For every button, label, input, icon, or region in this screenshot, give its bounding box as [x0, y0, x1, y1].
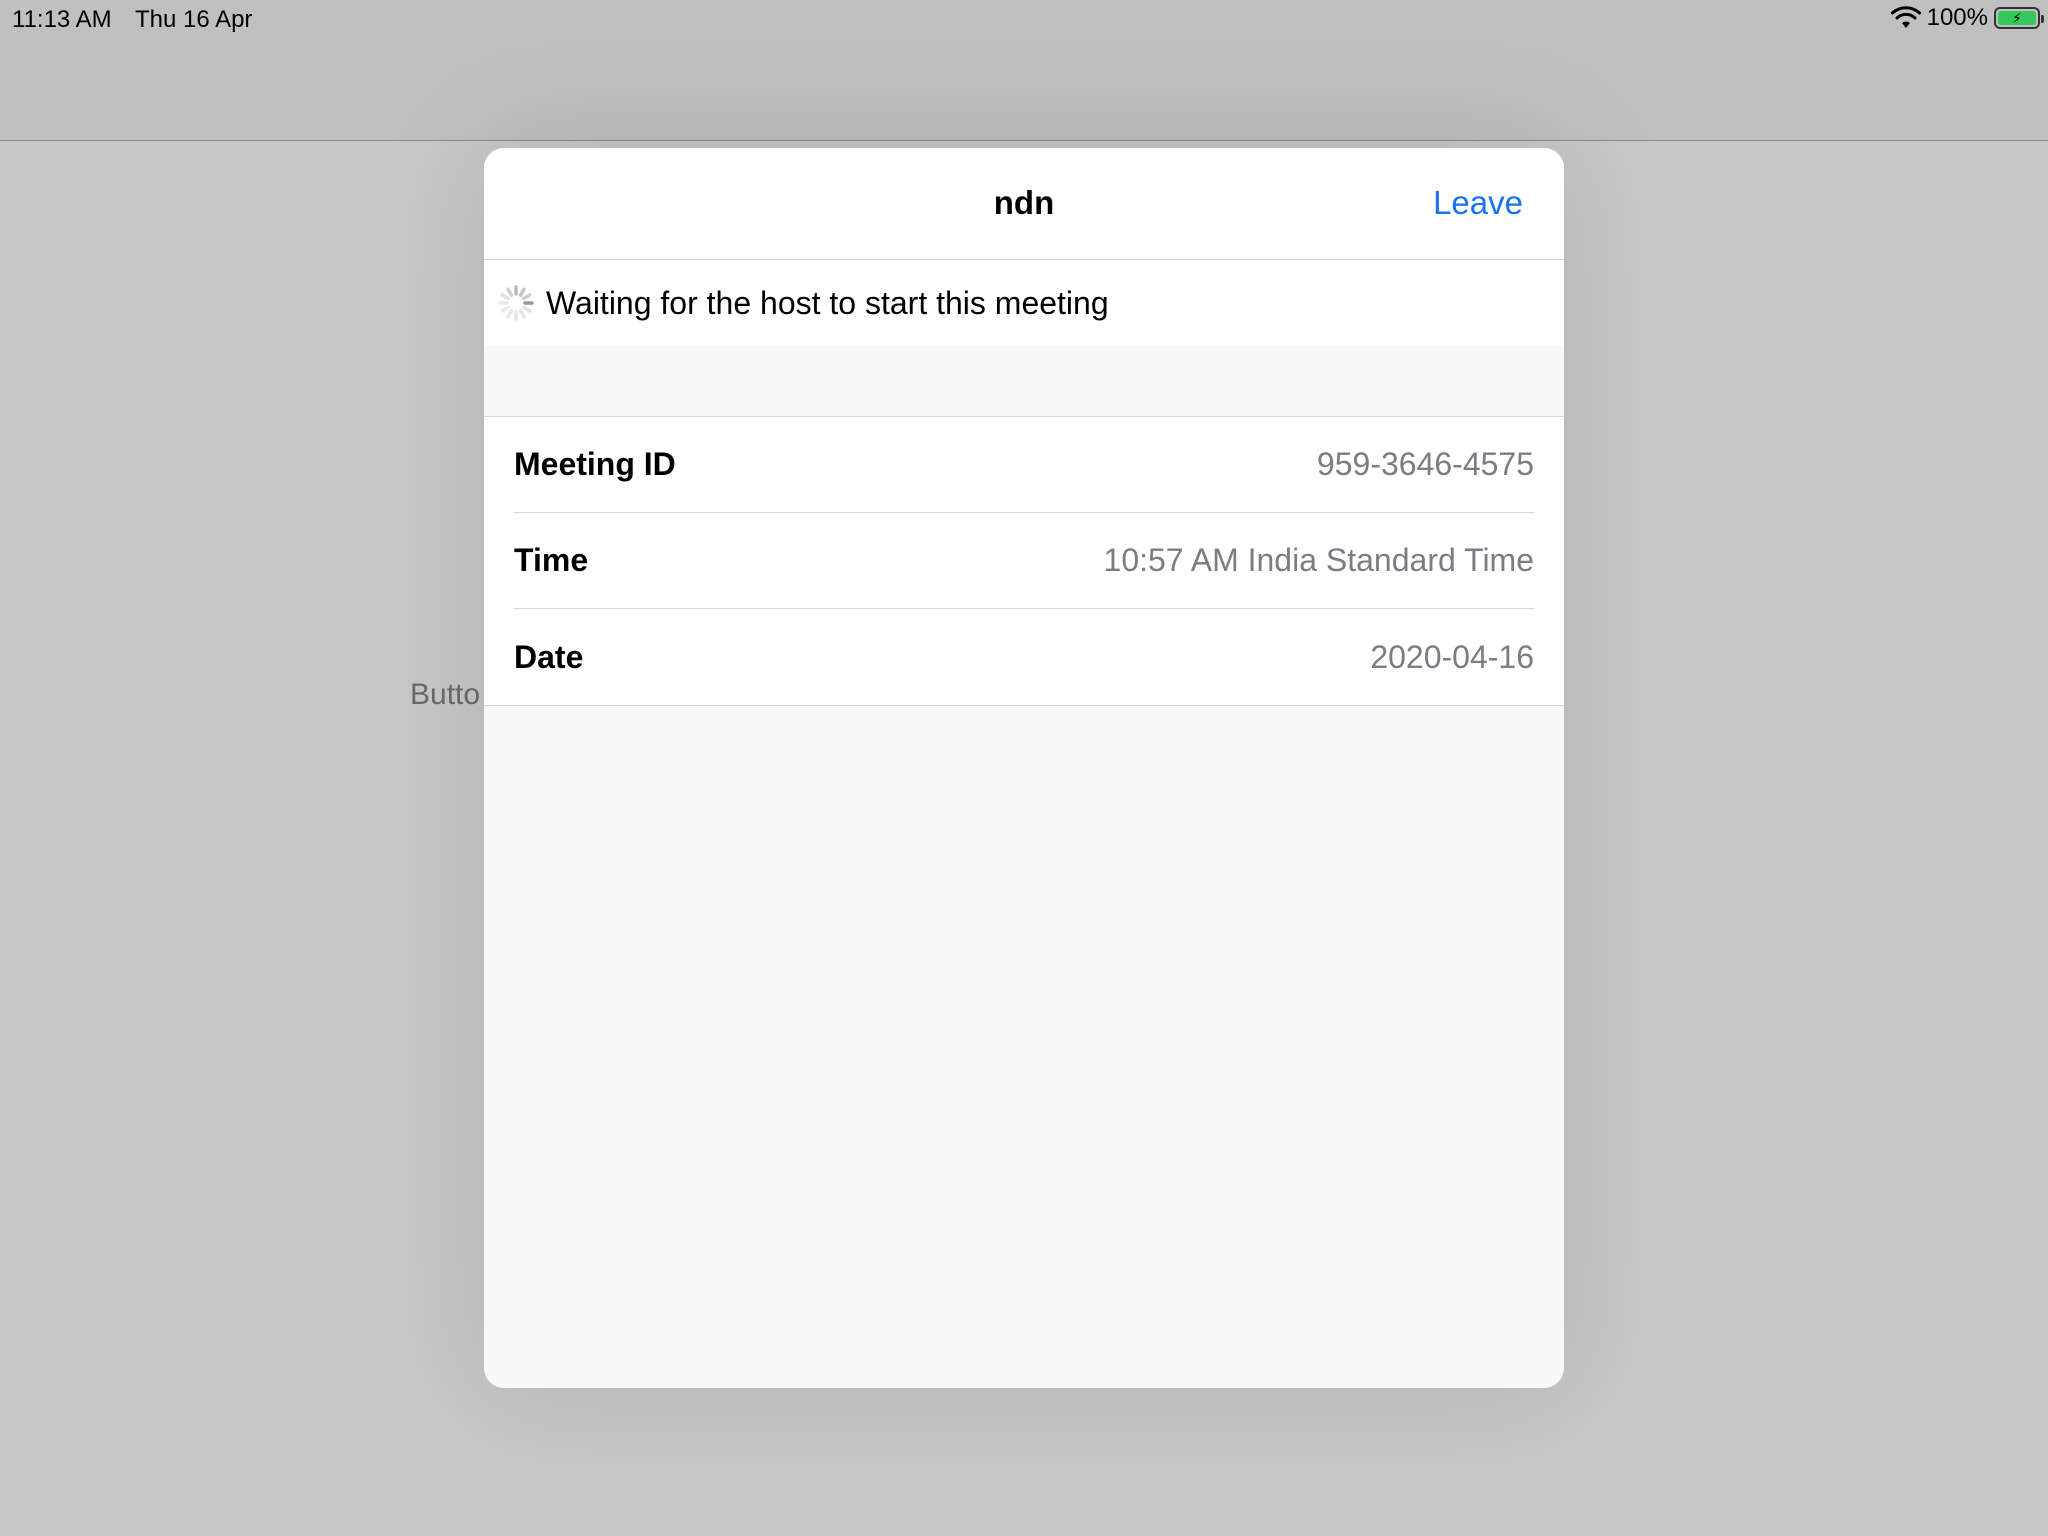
status-right: 100% ⚡ [1890, 4, 2044, 32]
time-row: Time 10:57 AM India Standard Time [514, 513, 1534, 609]
meeting-modal: ndn Leave Waiting for the host to start … [484, 148, 1564, 1388]
meeting-id-row: Meeting ID 959-3646-4575 [514, 417, 1534, 513]
meeting-info-table: Meeting ID 959-3646-4575 Time 10:57 AM I… [484, 417, 1564, 706]
wifi-icon [1890, 6, 1921, 28]
time-value: 10:57 AM India Standard Time [1103, 542, 1534, 578]
waiting-text: Waiting for the host to start this meeti… [546, 284, 1109, 321]
background-button[interactable]: Butto [410, 678, 480, 712]
battery-icon: ⚡ [1994, 7, 2044, 29]
status-bar: 11:13 AM Thu 16 Apr 100% ⚡ [0, 0, 2048, 40]
modal-header: ndn Leave [484, 148, 1564, 260]
waiting-row: Waiting for the host to start this meeti… [484, 260, 1564, 346]
status-date: Thu 16 Apr [135, 6, 253, 33]
meeting-id-label: Meeting ID [514, 446, 676, 482]
battery-percent: 100% [1926, 4, 1988, 31]
date-value: 2020-04-16 [1370, 638, 1534, 675]
meeting-id-value: 959-3646-4575 [1316, 446, 1534, 482]
leave-button[interactable]: Leave [1433, 184, 1523, 222]
section-gap [484, 346, 1564, 417]
date-label: Date [514, 638, 584, 675]
time-label: Time [514, 542, 589, 578]
status-time: 11:13 AM [12, 6, 112, 33]
date-row: Date 2020-04-16 [514, 609, 1534, 705]
modal-title: ndn [993, 184, 1055, 221]
spinner-icon [498, 285, 534, 321]
